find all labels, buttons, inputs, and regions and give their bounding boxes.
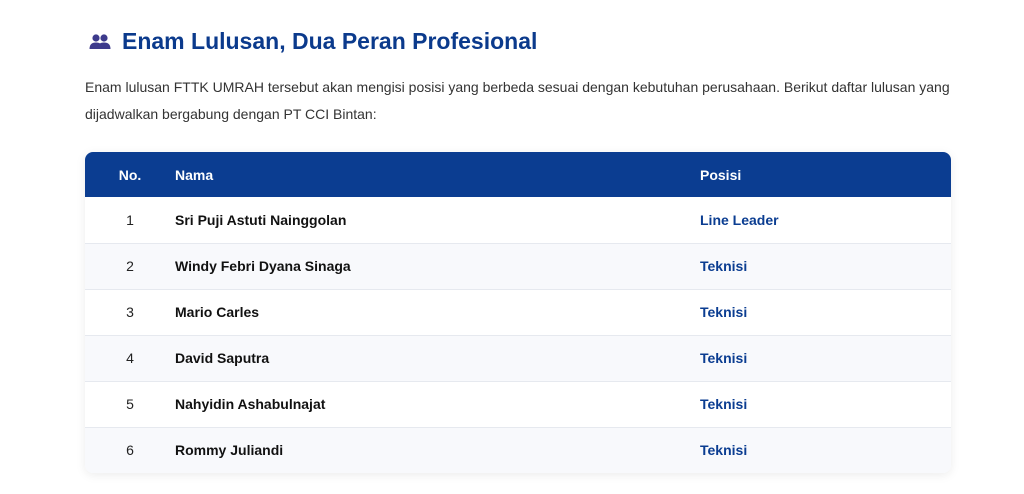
row-number: 2	[126, 258, 134, 274]
table-row: 3 Mario Carles Teknisi	[85, 289, 951, 335]
table-row: 4 David Saputra Teknisi	[85, 335, 951, 381]
row-position: Line Leader	[700, 211, 779, 228]
row-number: 1	[126, 211, 134, 228]
row-number: 3	[126, 304, 134, 320]
header-position: Posisi	[700, 166, 742, 183]
table-row: 2 Windy Febri Dyana Sinaga Teknisi	[85, 243, 951, 289]
section-heading: Enam Lulusan, Dua Peran Profesional	[88, 28, 537, 55]
row-name: Sri Puji Astuti Nainggolan	[175, 211, 347, 228]
table-header-row: No. Nama Posisi	[85, 152, 951, 197]
row-name: David Saputra	[175, 350, 270, 366]
row-number: 5	[126, 396, 134, 412]
row-position: Teknisi	[700, 396, 748, 412]
row-position: Teknisi	[700, 350, 748, 366]
row-position: Teknisi	[700, 258, 748, 274]
intro-paragraph: Enam lulusan FTTK UMRAH tersebut akan me…	[85, 79, 950, 122]
row-number: 6	[126, 442, 134, 459]
row-name: Mario Carles	[175, 304, 260, 320]
row-position: Teknisi	[700, 304, 748, 320]
row-name: Windy Febri Dyana Sinaga	[175, 258, 351, 274]
people-icon	[88, 32, 112, 52]
row-name: Nahyidin Ashabulnajat	[175, 396, 326, 412]
section-title: Enam Lulusan, Dua Peran Profesional	[122, 28, 538, 54]
table-row: 6 Rommy Juliandi Teknisi	[85, 427, 951, 473]
table-row: 5 Nahyidin Ashabulnajat Teknisi	[85, 381, 951, 427]
graduates-table-card: No. Nama Posisi 1 Sri Puji Astuti Naingg…	[85, 152, 951, 473]
header-name: Nama	[175, 166, 214, 183]
table-row: 1 Sri Puji Astuti Nainggolan Line Leader	[85, 197, 951, 243]
graduates-table: No. Nama Posisi 1 Sri Puji Astuti Naingg…	[85, 152, 951, 473]
row-position: Teknisi	[700, 442, 748, 459]
header-no: No.	[118, 166, 142, 183]
row-name: Rommy Juliandi	[175, 442, 284, 459]
row-number: 4	[126, 350, 134, 366]
